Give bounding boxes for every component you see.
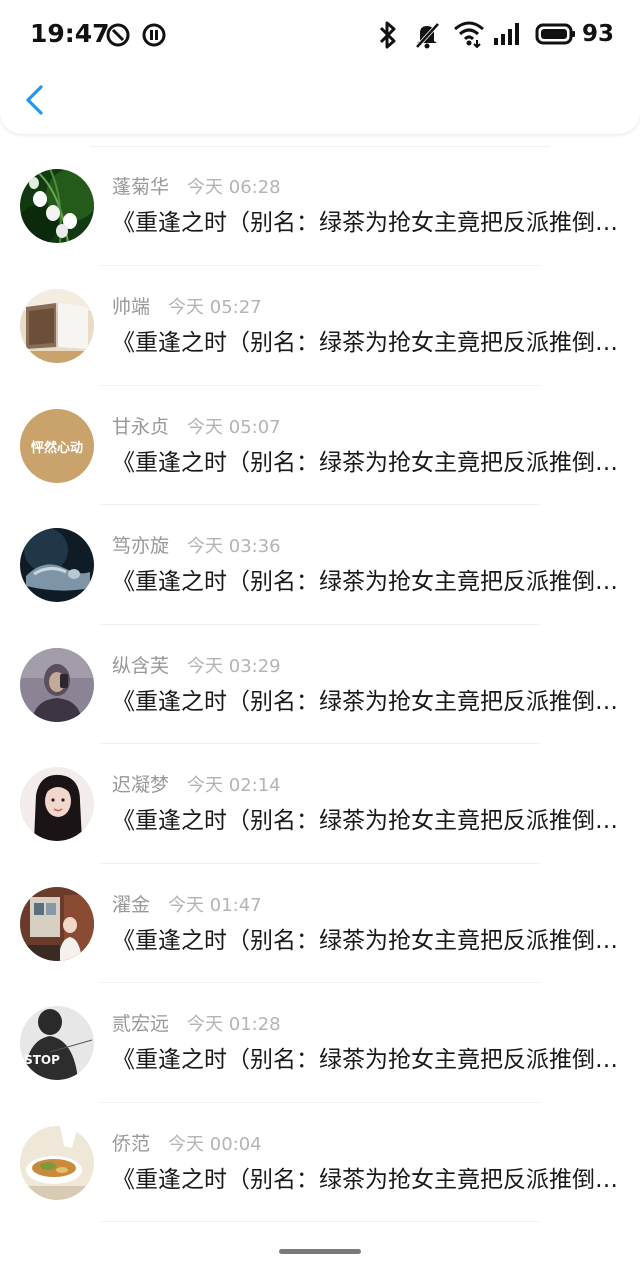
comment-meta: 甘永贞 今天 05:07 bbox=[112, 415, 281, 440]
comment-meta: 纵含芙 今天 03:29 bbox=[112, 654, 281, 679]
avatar-text: STOP bbox=[24, 1053, 60, 1067]
notification-muted-icon bbox=[415, 22, 440, 49]
back-button[interactable] bbox=[14, 78, 58, 122]
comment-meta: 濯金 今天 01:47 bbox=[112, 893, 262, 918]
comment-text: 《重逢之时（别名：绿茶为抢女主竟把反派推倒）》 bbox=[112, 330, 618, 356]
signal-icon bbox=[494, 23, 519, 45]
comment-time: 今天 05:27 bbox=[168, 297, 262, 318]
wifi-icon bbox=[454, 21, 484, 48]
avatar[interactable] bbox=[20, 1125, 94, 1200]
home-indicator[interactable] bbox=[279, 1249, 361, 1254]
text-avatar-image: 怦然心动 bbox=[20, 408, 94, 483]
comment-text: 《重逢之时（别名：绿茶为抢女主竟把反派推倒）》 bbox=[112, 808, 618, 834]
comment-row[interactable]: 笃亦旋 今天 03:36 《重逢之时（别名：绿茶为抢女主竟把反派推倒）》 bbox=[0, 505, 640, 625]
dark-figure-avatar-image bbox=[20, 528, 94, 602]
alarm-icon bbox=[106, 23, 130, 47]
comment-row[interactable]: 帅端 今天 05:27 《重逢之时（别名：绿茶为抢女主竟把反派推倒）》 bbox=[0, 266, 640, 386]
avatar[interactable]: 怦然心动 bbox=[20, 408, 94, 483]
divider bbox=[90, 146, 550, 147]
user-name[interactable]: 濯金 bbox=[112, 894, 150, 916]
comment-text: 《重逢之时（别名：绿茶为抢女主竟把反派推倒）》 bbox=[112, 688, 618, 715]
user-name[interactable]: 蓬菊华 bbox=[112, 176, 169, 198]
comment-row[interactable]: 侨范 今天 00:04 《重逢之时（别名：绿茶为抢女主竟把反派推倒）》 bbox=[0, 1103, 640, 1222]
divider bbox=[100, 1221, 540, 1222]
room-person-avatar-image bbox=[20, 886, 94, 961]
avatar[interactable] bbox=[20, 289, 94, 363]
avatar[interactable] bbox=[20, 886, 94, 961]
status-bar: 19:47 93 bbox=[0, 0, 640, 68]
user-name[interactable]: 帅端 bbox=[112, 296, 150, 318]
open-book-avatar-image bbox=[20, 289, 94, 363]
user-name[interactable]: 侨范 bbox=[112, 1133, 150, 1155]
comment-text: 《重逢之时（别名：绿茶为抢女主竟把反派推倒）》 bbox=[112, 449, 618, 476]
comment-time: 今天 03:29 bbox=[187, 655, 281, 677]
food-bowl-avatar-image bbox=[20, 1125, 94, 1200]
comment-meta: 帅端 今天 05:27 bbox=[112, 295, 262, 320]
avatar[interactable] bbox=[20, 528, 94, 602]
comment-time: 今天 03:36 bbox=[187, 536, 281, 557]
comment-text: 《重逢之时（别名：绿茶为抢女主竟把反派推倒）》 bbox=[112, 1047, 618, 1073]
comment-row[interactable]: 濯金 今天 01:47 《重逢之时（别名：绿茶为抢女主竟把反派推倒）》 bbox=[0, 864, 640, 983]
avatar[interactable] bbox=[20, 767, 94, 841]
comment-text: 《重逢之时（别名：绿茶为抢女主竟把反派推倒）》 bbox=[112, 1166, 618, 1193]
avatar[interactable]: STOP bbox=[20, 1006, 94, 1080]
user-name[interactable]: 笃亦旋 bbox=[112, 535, 169, 557]
comment-list: 蓬菊华 今天 06:28 《重逢之时（别名：绿茶为抢女主竟把反派推倒）》 帅端 今天… bbox=[0, 134, 640, 1222]
comment-row[interactable]: STOP 贰宏远 今天 01:28 《重逢之时（别名：绿茶为抢女主竟把反派推倒）》 bbox=[0, 983, 640, 1103]
comment-row[interactable]: 蓬菊华 今天 06:28 《重逢之时（别名：绿茶为抢女主竟把反派推倒）》 bbox=[0, 134, 640, 266]
stop-shirt-avatar-image: STOP bbox=[20, 1006, 94, 1080]
comment-row[interactable]: 迟凝梦 今天 02:14 《重逢之时（别名：绿茶为抢女主竟把反派推倒）》 bbox=[0, 744, 640, 864]
comment-meta: 迟凝梦 今天 02:14 bbox=[112, 773, 281, 798]
comment-time: 今天 05:07 bbox=[187, 416, 281, 438]
comment-time: 今天 01:47 bbox=[168, 894, 262, 916]
comment-text: 《重逢之时（别名：绿茶为抢女主竟把反派推倒）》 bbox=[112, 210, 618, 236]
lily-flower-avatar-image bbox=[20, 169, 94, 243]
user-name[interactable]: 贰宏远 bbox=[112, 1013, 169, 1035]
selfie-person-avatar-image bbox=[20, 647, 94, 722]
battery-icon bbox=[535, 23, 575, 45]
status-time: 19:47 bbox=[30, 19, 110, 48]
pause-icon bbox=[142, 23, 166, 47]
user-name[interactable]: 甘永贞 bbox=[112, 416, 169, 438]
comment-row[interactable]: 纵含芙 今天 03:29 《重逢之时（别名：绿茶为抢女主竟把反派推倒）》 bbox=[0, 625, 640, 744]
comment-meta: 蓬菊华 今天 06:28 bbox=[112, 175, 281, 200]
comment-time: 今天 00:04 bbox=[168, 1133, 262, 1155]
user-name[interactable]: 迟凝梦 bbox=[112, 774, 169, 796]
chevron-left-icon bbox=[26, 85, 43, 115]
comment-text: 《重逢之时（别名：绿茶为抢女主竟把反派推倒）》 bbox=[112, 927, 618, 954]
comment-text: 《重逢之时（别名：绿茶为抢女主竟把反派推倒）》 bbox=[112, 569, 618, 595]
comment-row[interactable]: 怦然心动 甘永贞 今天 05:07 《重逢之时（别名：绿茶为抢女主竟把反派推倒）》 bbox=[0, 386, 640, 505]
girl-portrait-avatar-image bbox=[20, 767, 94, 841]
avatar-text: 怦然心动 bbox=[31, 440, 83, 456]
comment-meta: 贰宏远 今天 01:28 bbox=[112, 1012, 281, 1037]
avatar[interactable] bbox=[20, 647, 94, 722]
comment-meta: 侨范 今天 00:04 bbox=[112, 1132, 262, 1157]
comment-meta: 笃亦旋 今天 03:36 bbox=[112, 534, 281, 559]
comment-time: 今天 06:28 bbox=[187, 177, 281, 198]
bluetooth-icon bbox=[379, 21, 396, 49]
avatar[interactable] bbox=[20, 169, 94, 243]
comment-time: 今天 01:28 bbox=[187, 1014, 281, 1035]
user-name[interactable]: 纵含芙 bbox=[112, 655, 169, 677]
top-header: 19:47 93 bbox=[0, 0, 640, 134]
comment-time: 今天 02:14 bbox=[187, 775, 281, 796]
battery-percentage: 93 bbox=[582, 21, 615, 47]
